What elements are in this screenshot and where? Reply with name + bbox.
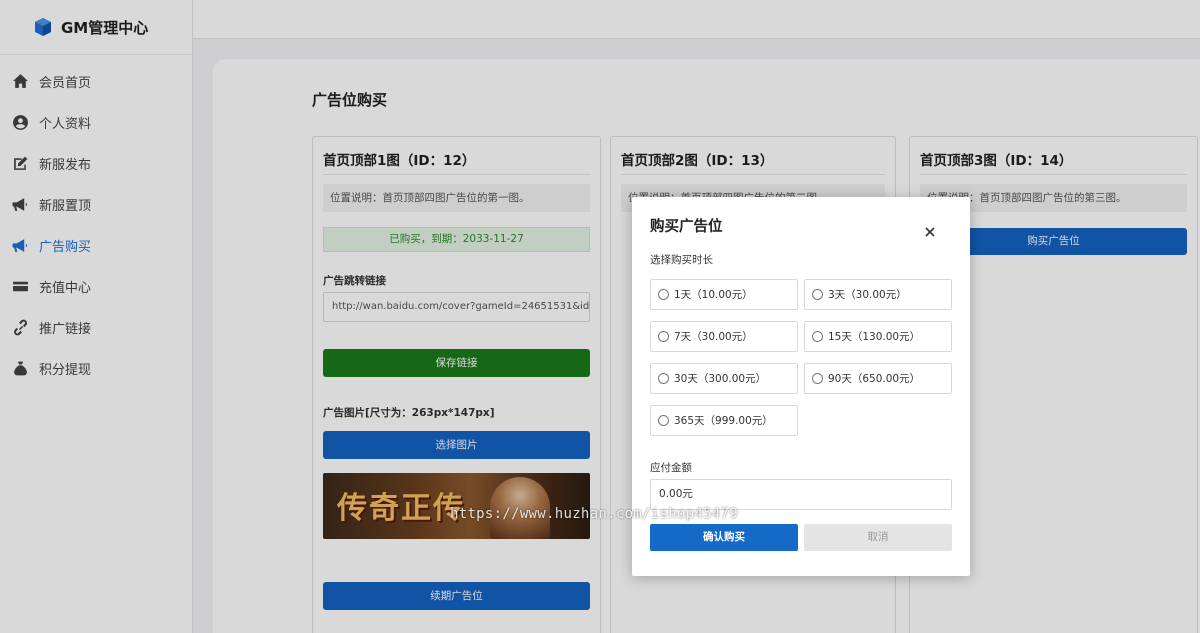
duration-option-1d[interactable]: 1天（10.00元） [650, 279, 798, 310]
option-label: 7天（30.00元） [674, 331, 753, 343]
modal-backdrop[interactable] [0, 0, 1200, 633]
option-label: 365天（999.00元） [674, 415, 773, 427]
duration-option-90d[interactable]: 90天（650.00元） [804, 363, 952, 394]
radio-icon[interactable] [812, 331, 823, 342]
option-label: 3天（30.00元） [828, 289, 907, 301]
cancel-button[interactable]: 取消 [804, 524, 952, 551]
duration-label: 选择购买时长 [650, 254, 713, 266]
duration-option-365d[interactable]: 365天（999.00元） [650, 405, 798, 436]
radio-icon[interactable] [658, 415, 669, 426]
duration-option-3d[interactable]: 3天（30.00元） [804, 279, 952, 310]
watermark: https://www.huzhan.com/ishop45479 [450, 506, 739, 522]
close-icon[interactable] [924, 223, 940, 239]
amount-label: 应付金额 [650, 462, 692, 474]
radio-icon[interactable] [812, 289, 823, 300]
option-label: 1天（10.00元） [674, 289, 753, 301]
radio-icon[interactable] [658, 289, 669, 300]
radio-icon[interactable] [658, 373, 669, 384]
option-label: 90天（650.00元） [828, 373, 921, 385]
modal-title: 购买广告位 [650, 219, 723, 235]
duration-option-15d[interactable]: 15天（130.00元） [804, 321, 952, 352]
radio-icon[interactable] [658, 331, 669, 342]
option-label: 15天（130.00元） [828, 331, 921, 343]
duration-option-30d[interactable]: 30天（300.00元） [650, 363, 798, 394]
duration-option-7d[interactable]: 7天（30.00元） [650, 321, 798, 352]
option-label: 30天（300.00元） [674, 373, 767, 385]
radio-icon[interactable] [812, 373, 823, 384]
confirm-purchase-button[interactable]: 确认购买 [650, 524, 798, 551]
